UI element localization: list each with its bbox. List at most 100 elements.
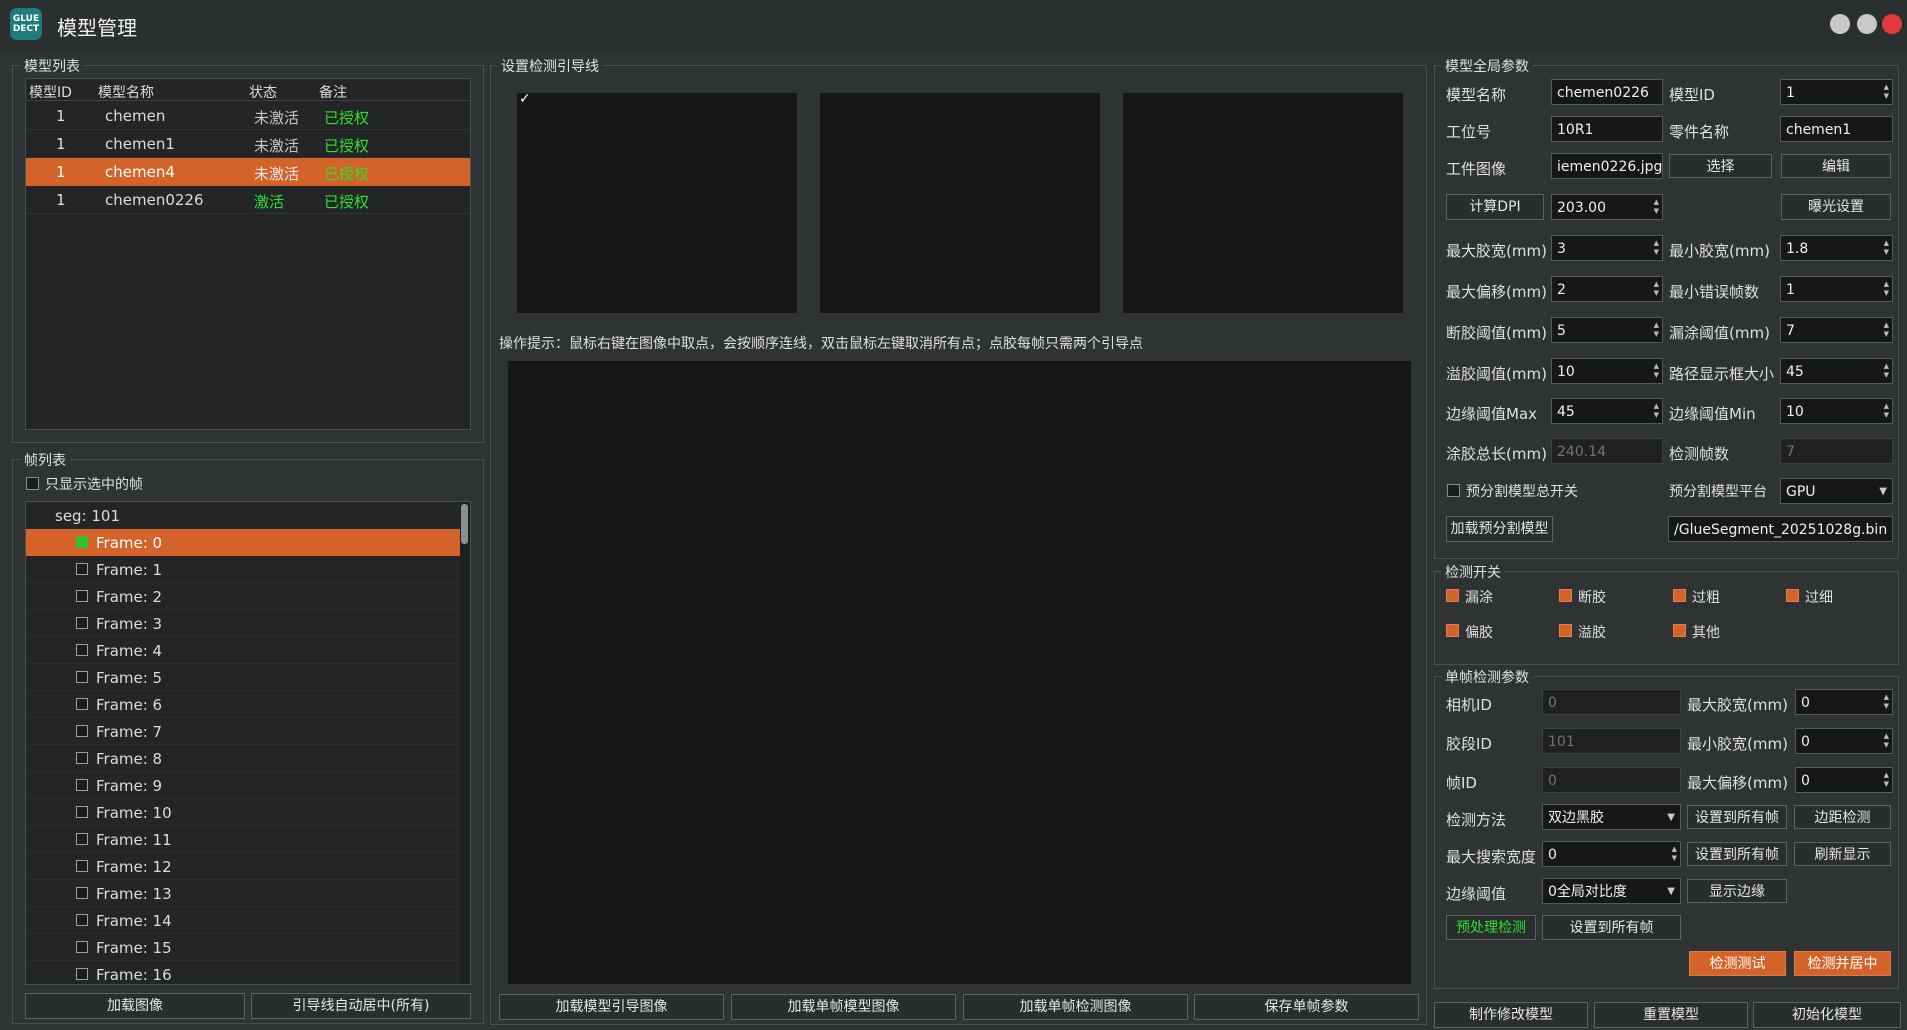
set-preprocess-all-frames-button[interactable]: 设置到所有帧 xyxy=(1542,915,1681,940)
scrollbar-thumb[interactable] xyxy=(461,504,468,544)
edge-min-spinbox[interactable]: 10 ▲ ▼ xyxy=(1780,398,1893,424)
frame-checkbox[interactable] xyxy=(76,941,88,953)
frame-row[interactable]: Frame: 14 xyxy=(26,907,462,934)
frame-checkbox[interactable] xyxy=(76,752,88,764)
frame-row[interactable]: Frame: 8 xyxy=(26,745,462,772)
only-selected-checkbox[interactable] xyxy=(26,477,39,490)
minimize-button[interactable] xyxy=(1830,14,1850,34)
frame-checkbox[interactable] xyxy=(76,536,88,548)
frame-checkbox[interactable] xyxy=(76,914,88,926)
make-model-button[interactable]: 制作修改模型 xyxy=(1434,1002,1588,1028)
frame-row[interactable]: Frame: 10 xyxy=(26,799,462,826)
min-error-frames-spinbox[interactable]: 1 ▲ ▼ xyxy=(1780,276,1893,302)
exposure-settings-button[interactable]: 曝光设置 xyxy=(1781,194,1891,220)
frame-checkbox[interactable] xyxy=(76,590,88,602)
frame-row[interactable]: Frame: 9 xyxy=(26,772,462,799)
frame-row[interactable]: Frame: 11 xyxy=(26,826,462,853)
preseg-platform-select[interactable]: GPU ▼ xyxy=(1780,478,1893,504)
other-switch-checkbox[interactable] xyxy=(1673,624,1686,637)
load-frame-detect-image-button[interactable]: 加载单帧检测图像 xyxy=(963,994,1188,1020)
table-row[interactable]: 1 chemen0226 激活 已授权 xyxy=(26,186,470,214)
select-image-button[interactable]: 选择 xyxy=(1669,154,1772,178)
frame-checkbox[interactable] xyxy=(76,887,88,899)
leak-switch-checkbox[interactable] xyxy=(1446,589,1459,602)
table-row[interactable]: 1 chemen1 未激活 已授权 xyxy=(26,130,470,158)
table-row-selected[interactable]: 1 chemen4 未激活 已授权 xyxy=(26,158,470,186)
maximize-button[interactable] xyxy=(1857,14,1877,34)
frame-row[interactable]: Frame: 3 xyxy=(26,610,462,637)
frame-checkbox[interactable] xyxy=(76,671,88,683)
overflow-switch-checkbox[interactable] xyxy=(1559,624,1572,637)
part-name-field[interactable]: chemen1 xyxy=(1780,116,1893,142)
frame-checkbox[interactable] xyxy=(76,779,88,791)
detect-test-button[interactable]: 检测测试 xyxy=(1689,951,1786,976)
station-field[interactable]: 10R1 xyxy=(1551,116,1663,142)
leak-thresh-spinbox[interactable]: 7 ▲ ▼ xyxy=(1780,317,1893,343)
load-frame-model-image-button[interactable]: 加载单帧模型图像 xyxy=(731,994,956,1020)
frame-tree[interactable]: seg: 101 Frame: 0 Frame: 1 Frame: 2 Frame: … xyxy=(25,501,471,985)
offset-switch-checkbox[interactable] xyxy=(1446,624,1459,637)
frame-row[interactable]: Frame: 5 xyxy=(26,664,462,691)
init-model-button[interactable]: 初始化模型 xyxy=(1753,1002,1901,1028)
detect-and-center-button[interactable]: 检测并居中 xyxy=(1794,951,1891,976)
guide-image-3[interactable] xyxy=(1123,93,1403,313)
model-id-spinbox[interactable]: 1 ▲ ▼ xyxy=(1780,79,1893,105)
load-image-button[interactable]: 加载图像 xyxy=(25,993,245,1019)
frame-min-width-spinbox[interactable]: 0 ▲ ▼ xyxy=(1795,728,1893,754)
preprocess-detect-button[interactable]: 预处理检测 xyxy=(1446,915,1536,940)
edge-max-spinbox[interactable]: 45 ▲ ▼ xyxy=(1551,398,1663,424)
edge-thresh-select[interactable]: 0全局对比度 ▼ xyxy=(1542,878,1681,904)
frame-max-width-spinbox[interactable]: 0 ▲ ▼ xyxy=(1795,689,1893,715)
edit-image-button[interactable]: 编辑 xyxy=(1781,154,1891,178)
path-box-spinbox[interactable]: 45 ▲ ▼ xyxy=(1780,358,1893,384)
show-edge-button[interactable]: 显示边缘 xyxy=(1687,879,1787,903)
frame-checkbox[interactable] xyxy=(76,968,88,980)
frame-row[interactable]: Frame: 12 xyxy=(26,853,462,880)
min-glue-width-spinbox[interactable]: 1.8 ▲ ▼ xyxy=(1780,235,1893,261)
frame-checkbox[interactable] xyxy=(76,725,88,737)
main-image-canvas[interactable] xyxy=(508,361,1411,984)
frame-checkbox[interactable] xyxy=(76,806,88,818)
part-image-field[interactable]: iemen0226.jpg xyxy=(1551,153,1663,179)
guide-image-2[interactable] xyxy=(820,93,1100,313)
reset-model-button[interactable]: 重置模型 xyxy=(1594,1002,1748,1028)
break-switch-checkbox[interactable] xyxy=(1559,589,1572,602)
too-thin-switch-checkbox[interactable] xyxy=(1786,589,1799,602)
max-glue-width-spinbox[interactable]: 3 ▲ ▼ xyxy=(1551,235,1663,261)
close-button[interactable] xyxy=(1882,14,1902,34)
frame-row[interactable]: Frame: 13 xyxy=(26,880,462,907)
frame-checkbox[interactable] xyxy=(76,833,88,845)
seg-node[interactable]: seg: 101 xyxy=(26,502,462,529)
max-search-spinbox[interactable]: 0 ▲ ▼ xyxy=(1542,841,1681,867)
save-frame-params-button[interactable]: 保存单帧参数 xyxy=(1194,994,1419,1020)
calc-dpi-button[interactable]: 计算DPI xyxy=(1446,194,1544,220)
frame-row[interactable]: Frame: 15 xyxy=(26,934,462,961)
frame-checkbox[interactable] xyxy=(76,860,88,872)
frame-checkbox[interactable] xyxy=(76,698,88,710)
load-model-guide-image-button[interactable]: 加载模型引导图像 xyxy=(499,994,724,1020)
max-offset-spinbox[interactable]: 2 ▲ ▼ xyxy=(1551,276,1663,302)
model-table[interactable]: 模型ID 模型名称 状态 备注 1 chemen 未激活 已授权 1 cheme… xyxy=(25,78,471,430)
frame-row-selected[interactable]: Frame: 0 xyxy=(26,529,462,556)
too-thick-switch-checkbox[interactable] xyxy=(1673,589,1686,602)
overflow-thresh-spinbox[interactable]: 10 ▲ ▼ xyxy=(1551,358,1663,384)
break-thresh-spinbox[interactable]: 5 ▲ ▼ xyxy=(1551,317,1663,343)
frame-row[interactable]: Frame: 4 xyxy=(26,637,462,664)
frame-max-offset-spinbox[interactable]: 0 ▲ ▼ xyxy=(1795,767,1893,793)
table-row[interactable]: 1 chemen 未激活 已授权 xyxy=(26,102,470,130)
method-select[interactable]: 双边黑胶 ▼ xyxy=(1542,804,1681,830)
preseg-model-path-field[interactable]: /GlueSegment_20251028g.bin xyxy=(1668,516,1893,542)
frame-row[interactable]: Frame: 2 xyxy=(26,583,462,610)
refresh-display-button[interactable]: 刷新显示 xyxy=(1794,842,1891,866)
frame-checkbox[interactable] xyxy=(76,563,88,575)
dpi-spinbox[interactable]: 203.00 ▲ ▼ xyxy=(1551,194,1663,220)
load-preseg-model-button[interactable]: 加载预分割模型 xyxy=(1446,516,1553,542)
edge-detect-button[interactable]: 边距检测 xyxy=(1794,805,1891,829)
auto-center-button[interactable]: 引导线自动居中(所有) xyxy=(251,993,471,1019)
frame-checkbox[interactable] xyxy=(76,617,88,629)
frame-checkbox[interactable] xyxy=(76,644,88,656)
frame-row[interactable]: Frame: 1 xyxy=(26,556,462,583)
scrollbar[interactable] xyxy=(460,502,470,984)
preseg-switch-checkbox[interactable] xyxy=(1447,484,1460,497)
set-method-all-frames-button[interactable]: 设置到所有帧 xyxy=(1687,805,1787,829)
